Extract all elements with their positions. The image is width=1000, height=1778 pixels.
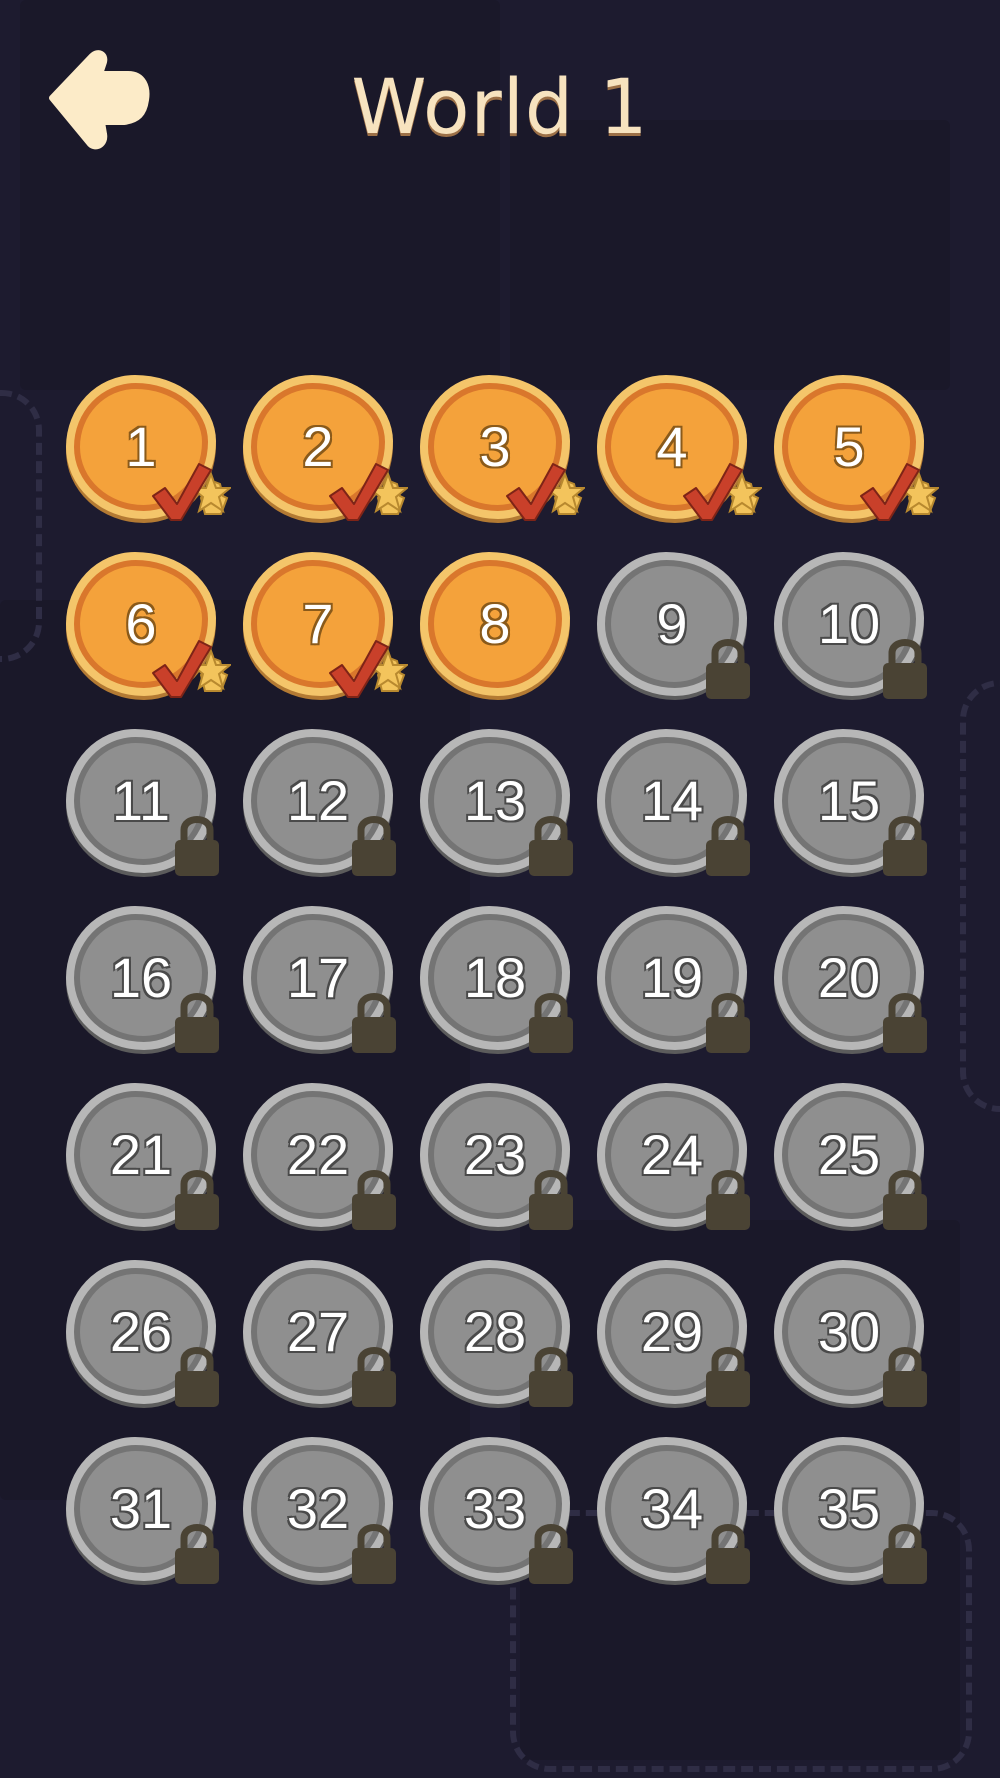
level-button-2[interactable]: 2 (240, 372, 410, 522)
level-button-13[interactable]: 13 (417, 726, 573, 876)
level-number: 24 (640, 1123, 704, 1186)
level-button-34[interactable]: 34 (594, 1434, 750, 1584)
level-button-16[interactable]: 16 (63, 903, 219, 1053)
level-button-6[interactable]: 6 (63, 549, 233, 699)
level-button-9[interactable]: 9 (594, 549, 750, 699)
level-number: 28 (463, 1300, 527, 1363)
level-number: 7 (302, 592, 334, 655)
level-number: 19 (640, 946, 704, 1009)
level-number: 27 (286, 1300, 350, 1363)
level-number: 3 (479, 415, 511, 478)
level-number: 25 (817, 1123, 881, 1186)
level-number: 30 (817, 1300, 881, 1363)
level-button-5[interactable]: 5 (771, 372, 941, 522)
level-number: 33 (463, 1477, 527, 1540)
level-number: 6 (125, 592, 157, 655)
level-button-22[interactable]: 22 (240, 1080, 396, 1230)
level-number: 23 (463, 1123, 527, 1186)
level-number: 15 (817, 769, 881, 832)
level-button-14[interactable]: 14 (594, 726, 750, 876)
level-number: 11 (111, 769, 171, 832)
level-button-1[interactable]: 1 (63, 372, 233, 522)
level-button-30[interactable]: 30 (771, 1257, 927, 1407)
level-number: 8 (479, 592, 511, 655)
level-number: 10 (817, 592, 881, 655)
level-button-21[interactable]: 21 (63, 1080, 219, 1230)
level-button-15[interactable]: 15 (771, 726, 927, 876)
level-number: 14 (640, 769, 704, 832)
level-number: 5 (833, 415, 865, 478)
level-button-32[interactable]: 32 (240, 1434, 396, 1584)
level-number: 31 (109, 1477, 173, 1540)
level-button-31[interactable]: 31 (63, 1434, 219, 1584)
level-number: 34 (640, 1477, 704, 1540)
level-button-3[interactable]: 3 (417, 372, 587, 522)
level-grid: 1 2 3 4 5 6 7 8 9 10 11 12 13 14 15 16 17 18 19 20 21 22 23 24 2… (0, 0, 1000, 1778)
level-number: 29 (640, 1300, 704, 1363)
level-button-19[interactable]: 19 (594, 903, 750, 1053)
level-number: 32 (286, 1477, 350, 1540)
level-button-17[interactable]: 17 (240, 903, 396, 1053)
level-button-33[interactable]: 33 (417, 1434, 573, 1584)
level-button-7[interactable]: 7 (240, 549, 410, 699)
level-button-11[interactable]: 11 (63, 726, 219, 876)
level-number: 21 (109, 1123, 173, 1186)
level-button-27[interactable]: 27 (240, 1257, 396, 1407)
level-button-4[interactable]: 4 (594, 372, 764, 522)
level-number: 16 (109, 946, 173, 1009)
level-button-25[interactable]: 25 (771, 1080, 927, 1230)
level-button-28[interactable]: 28 (417, 1257, 573, 1407)
level-button-23[interactable]: 23 (417, 1080, 573, 1230)
level-number: 26 (109, 1300, 173, 1363)
level-number: 20 (817, 946, 881, 1009)
level-number: 1 (125, 415, 157, 478)
level-button-35[interactable]: 35 (771, 1434, 927, 1584)
level-number: 17 (286, 946, 350, 1009)
level-number: 35 (817, 1477, 881, 1540)
level-number: 18 (463, 946, 527, 1009)
level-button-20[interactable]: 20 (771, 903, 927, 1053)
level-button-12[interactable]: 12 (240, 726, 396, 876)
level-number: 2 (302, 415, 334, 478)
level-number: 4 (656, 415, 688, 478)
level-number: 22 (286, 1123, 350, 1186)
level-button-18[interactable]: 18 (417, 903, 573, 1053)
level-number: 9 (656, 592, 688, 655)
level-button-8[interactable]: 8 (417, 549, 573, 699)
level-number: 13 (463, 769, 527, 832)
level-button-10[interactable]: 10 (771, 549, 927, 699)
level-button-29[interactable]: 29 (594, 1257, 750, 1407)
level-number: 12 (286, 769, 350, 832)
level-button-26[interactable]: 26 (63, 1257, 219, 1407)
level-button-24[interactable]: 24 (594, 1080, 750, 1230)
